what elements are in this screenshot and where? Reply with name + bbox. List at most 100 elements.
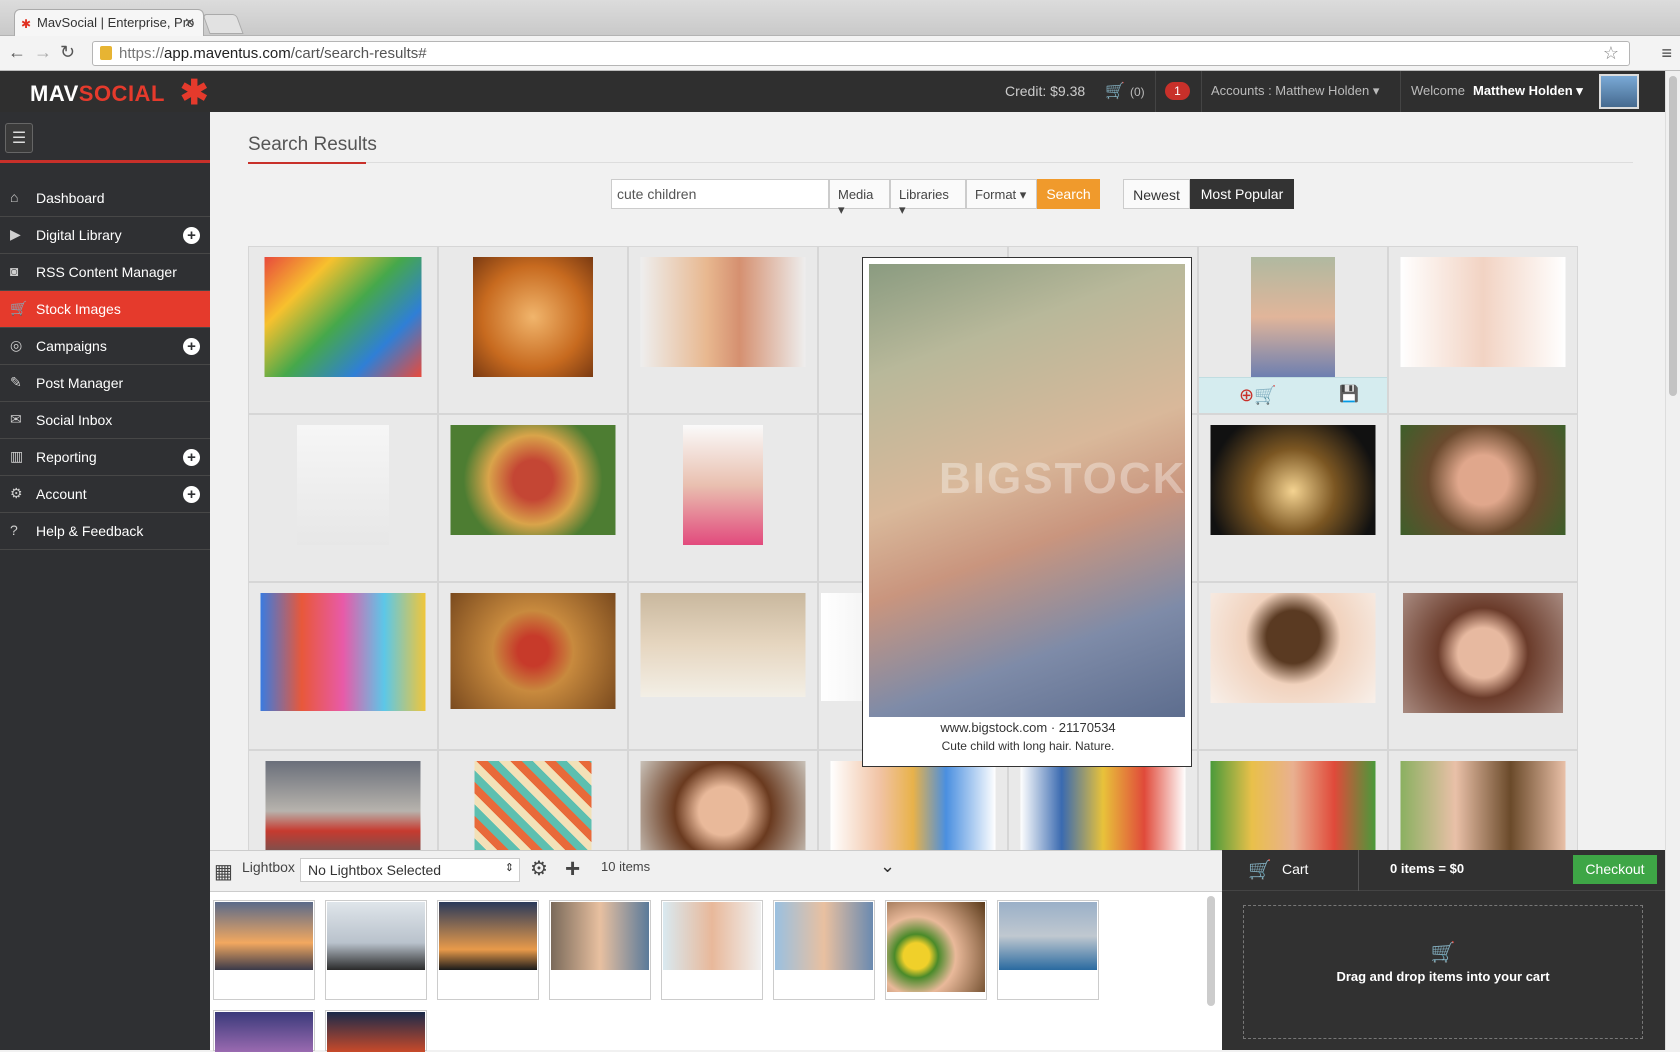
result-cell[interactable] [628,414,818,582]
sidebar-item-dashboard[interactable]: ⌂ Dashboard [0,180,210,217]
format-dropdown[interactable]: Format ▾ [966,179,1037,209]
result-thumbnail[interactable] [264,257,422,377]
cart-count[interactable]: (0) [1130,85,1145,99]
expand-plus-icon[interactable]: + [183,338,200,355]
result-cell[interactable] [438,414,628,582]
expand-plus-icon[interactable]: + [183,449,200,466]
result-cell[interactable] [248,750,438,852]
lightbox-item[interactable] [885,900,987,1000]
result-cell[interactable] [628,582,818,750]
lightbox-scrollbar[interactable] [1207,896,1215,1006]
notification-badge[interactable]: 1 [1165,82,1190,100]
page-scrollbar[interactable] [1665,71,1680,1050]
result-cell[interactable] [1388,750,1578,852]
cart-dropzone[interactable]: 🛒 Drag and drop items into your cart [1243,905,1643,1039]
forward-icon[interactable]: → [34,42,52,63]
result-cell[interactable] [1388,246,1578,414]
result-thumbnail[interactable] [640,593,806,697]
result-thumbnail[interactable] [473,257,593,377]
search-input[interactable] [611,179,829,209]
lightbox-item[interactable] [549,900,651,1000]
logo[interactable]: MAVSOCIAL ✱ [30,74,209,112]
add-icon[interactable]: + [565,853,580,884]
result-thumbnail[interactable] [1400,257,1566,367]
add-to-cart-icon[interactable]: ⊕🛒 [1239,385,1277,406]
address-bar[interactable]: https://app.maventus.com/cart/search-res… [92,41,1630,66]
user-menu[interactable]: Matthew Holden ▾ [1473,83,1583,99]
result-cell[interactable] [248,582,438,750]
lightbox-item[interactable] [325,900,427,1000]
gear-icon[interactable]: ⚙ [530,856,548,881]
lightbox-item[interactable] [213,1010,315,1052]
sidebar-item-rss[interactable]: ◙ RSS Content Manager [0,254,210,291]
new-tab-button[interactable] [202,14,244,34]
result-cell[interactable] [1198,414,1388,582]
menu-toggle-icon[interactable]: ☰ [5,123,33,153]
lightbox-item[interactable] [773,900,875,1000]
sidebar-item-stock-images[interactable]: 🛒 Stock Images [0,291,210,328]
expand-plus-icon[interactable]: + [183,486,200,503]
sidebar-item-help[interactable]: ? Help & Feedback [0,513,210,550]
chevron-down-icon[interactable]: ⌄ [880,856,895,877]
sort-popular-button[interactable]: Most Popular [1190,179,1294,209]
checkout-button[interactable]: Checkout [1573,855,1657,884]
lightbox-select[interactable]: No Lightbox Selected ⇕ [300,858,520,882]
result-cell[interactable]: ⊕🛒 💾 [1198,246,1388,414]
result-cell[interactable] [628,246,818,414]
bookmark-star-icon[interactable]: ☆ [1603,43,1619,64]
result-thumbnail[interactable] [1020,761,1186,852]
lightbox-item[interactable] [437,900,539,1000]
image-preview-popup[interactable]: BIGSTOCK www.bigstock.com · 21170534 Cut… [862,257,1192,767]
reload-icon[interactable]: ↻ [60,42,75,63]
result-thumbnail[interactable] [260,593,426,711]
result-cell[interactable] [438,246,628,414]
lightbox-item[interactable] [325,1010,427,1052]
result-thumbnail[interactable] [1400,761,1566,852]
media-dropdown[interactable]: Media ▾ [829,179,890,217]
result-cell[interactable] [248,414,438,582]
scrollbar-thumb[interactable] [1669,76,1677,396]
result-thumbnail[interactable] [474,761,592,852]
result-thumbnail[interactable] [640,257,806,367]
result-cell[interactable] [1198,582,1388,750]
search-button[interactable]: Search [1037,179,1100,209]
result-cell[interactable] [438,582,628,750]
result-cell[interactable] [248,246,438,414]
result-thumbnail[interactable] [265,761,421,852]
lightbox-item[interactable] [213,900,315,1000]
lightbox-item[interactable] [997,900,1099,1000]
browser-menu-icon[interactable]: ≡ [1661,43,1672,64]
result-thumbnail[interactable] [1210,593,1376,703]
accounts-dropdown[interactable]: Accounts : Matthew Holden ▾ [1211,83,1379,99]
result-thumbnail[interactable] [450,425,616,535]
result-cell[interactable] [628,750,818,852]
sidebar-item-social-inbox[interactable]: ✉ Social Inbox [0,402,210,439]
expand-plus-icon[interactable]: + [183,227,200,244]
sidebar-item-account[interactable]: ⚙ Account + [0,476,210,513]
save-icon[interactable]: 💾 [1339,384,1359,404]
result-cell[interactable] [438,750,628,852]
libraries-dropdown[interactable]: Libraries ▾ [890,179,966,217]
result-thumbnail[interactable] [1210,425,1376,535]
sidebar-item-post-manager[interactable]: ✎ Post Manager [0,365,210,402]
result-thumbnail[interactable] [450,593,616,709]
back-icon[interactable]: ← [8,42,26,63]
browser-tab[interactable]: ✱ MavSocial | Enterprise, Pro ✕ [14,9,204,36]
sidebar-item-reporting[interactable]: ▥ Reporting + [0,439,210,476]
result-thumbnail[interactable] [683,425,763,545]
sidebar-item-campaigns[interactable]: ◎ Campaigns + [0,328,210,365]
close-icon[interactable]: ✕ [184,15,195,31]
result-thumbnail[interactable] [1251,257,1335,377]
cart-icon[interactable]: 🛒 [1105,81,1125,101]
result-cell[interactable] [1198,750,1388,852]
result-thumbnail[interactable] [640,761,806,852]
avatar[interactable] [1599,74,1639,109]
result-thumbnail[interactable] [1210,761,1376,852]
result-thumbnail[interactable] [1403,593,1563,713]
lightbox-item[interactable] [661,900,763,1000]
result-cell[interactable] [1388,414,1578,582]
result-cell[interactable] [1388,582,1578,750]
result-thumbnail[interactable] [1400,425,1566,535]
result-thumbnail[interactable] [830,761,996,852]
sidebar-item-digital-library[interactable]: ▶ Digital Library + [0,217,210,254]
